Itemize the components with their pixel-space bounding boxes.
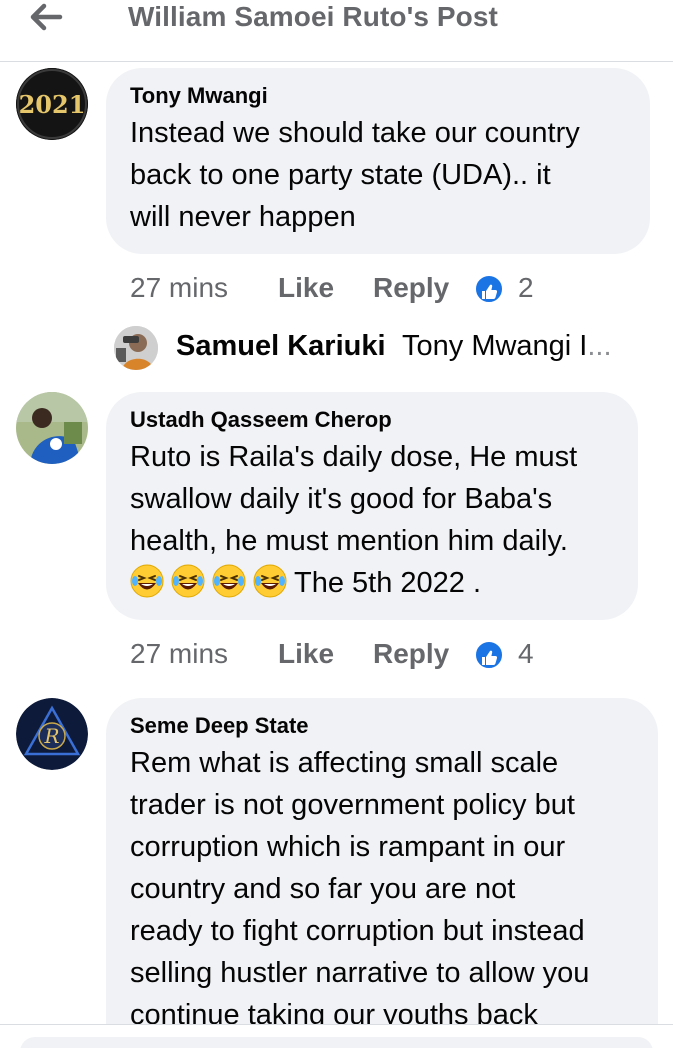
post-comments-screen: William Samoei Ruto's Post 2021 Tony Mwa…: [0, 0, 673, 1048]
comment-actions: 27 mins Like Reply 2: [130, 268, 650, 308]
arrow-left-icon[interactable]: [24, 0, 68, 34]
comment-bubble[interactable]: Tony Mwangi Instead we should take our c…: [106, 68, 650, 254]
like-count[interactable]: 2: [518, 268, 534, 308]
reply-button[interactable]: Reply: [373, 634, 449, 674]
comment-actions: 27 mins Like Reply 4: [130, 634, 650, 674]
avatar[interactable]: [16, 392, 88, 464]
page-title: William Samoei Ruto's Post: [128, 1, 498, 32]
rolling-on-the-floor-laughing-emoji: [171, 564, 205, 598]
reply-button[interactable]: Reply: [373, 268, 449, 308]
like-count[interactable]: 4: [518, 634, 534, 674]
rolling-on-the-floor-laughing-emoji: [130, 564, 164, 598]
comment-text: Instead we should take our country back …: [130, 117, 580, 233]
thumbs-up-icon[interactable]: [474, 274, 504, 304]
comment-author[interactable]: Ustadh Qasseem Cherop: [130, 406, 618, 434]
rolling-on-the-floor-laughing-emoji: [212, 564, 246, 598]
comment-bubble[interactable]: Ustadh Qasseem Cherop Ruto is Raila's da…: [106, 392, 638, 620]
comment-author[interactable]: Seme Deep State: [130, 712, 638, 740]
reply-preview[interactable]: Samuel Kariuki Tony Mwangi I...: [114, 322, 654, 374]
svg-text:R: R: [43, 724, 59, 748]
comment-text: Rem what is affecting small scale trader…: [130, 747, 590, 1031]
thumbs-up-icon[interactable]: [474, 640, 504, 670]
avatar[interactable]: [114, 326, 158, 370]
comment-time[interactable]: 27 mins: [130, 634, 228, 674]
comment-composer[interactable]: [0, 1024, 673, 1048]
like-button[interactable]: Like: [278, 634, 334, 674]
comment-author[interactable]: Tony Mwangi: [130, 82, 630, 110]
reply-author[interactable]: Samuel Kariuki: [176, 330, 386, 363]
comment-text: Ruto is Raila's daily dose, He must swal…: [130, 441, 578, 599]
svg-text:2021: 2021: [19, 90, 86, 119]
comment-time[interactable]: 27 mins: [130, 268, 228, 308]
avatar[interactable]: R: [16, 698, 88, 770]
comment-bubble[interactable]: Seme Deep State Rem what is affecting sm…: [106, 698, 658, 1048]
like-button[interactable]: Like: [278, 268, 334, 308]
avatar[interactable]: 2021: [16, 68, 88, 140]
top-bar: William Samoei Ruto's Post: [0, 0, 673, 62]
comment-input[interactable]: [20, 1037, 653, 1048]
reply-text: Tony Mwangi I...: [402, 330, 612, 362]
rolling-on-the-floor-laughing-emoji: [253, 564, 287, 598]
